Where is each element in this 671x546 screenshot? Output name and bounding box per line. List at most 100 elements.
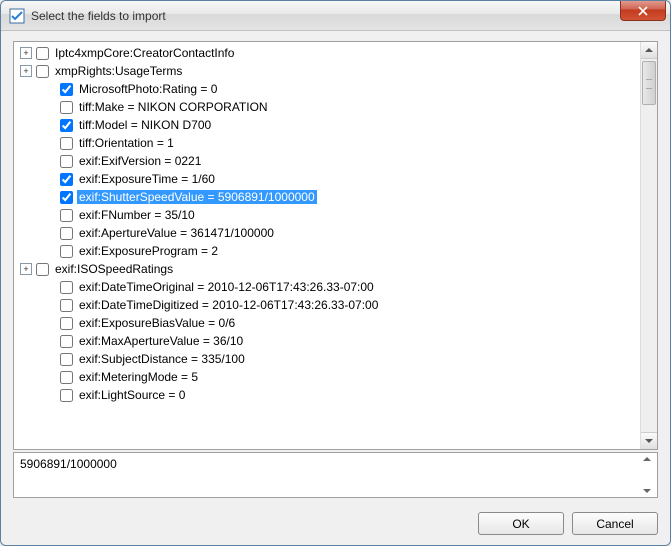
field-label: exif:ShutterSpeedValue = 5906891/1000000	[77, 190, 317, 204]
tree-spacer	[40, 137, 56, 149]
field-checkbox[interactable]	[60, 281, 73, 294]
field-checkbox[interactable]	[60, 83, 73, 96]
field-label: exif:ExposureBiasValue = 0/6	[77, 316, 237, 330]
app-icon	[9, 8, 25, 24]
button-row: OK Cancel	[13, 498, 658, 535]
field-checkbox[interactable]	[60, 209, 73, 222]
fields-tree: + Iptc4xmpCore:CreatorContactInfo + xmpRigh…	[13, 41, 658, 450]
expand-icon[interactable]: +	[20, 263, 32, 275]
tree-row[interactable]: exif:ExposureBiasValue = 0/6	[16, 314, 638, 332]
field-checkbox[interactable]	[60, 353, 73, 366]
field-label: tiff:Make = NIKON CORPORATION	[77, 100, 270, 114]
field-checkbox[interactable]	[60, 335, 73, 348]
scroll-thumb[interactable]	[642, 61, 656, 105]
tree-row[interactable]: + xmpRights:UsageTerms	[16, 62, 638, 80]
field-checkbox[interactable]	[60, 137, 73, 150]
field-checkbox[interactable]	[60, 389, 73, 402]
tree-row[interactable]: exif:ShutterSpeedValue = 5906891/1000000	[16, 188, 638, 206]
field-label: exif:ExposureProgram = 2	[77, 244, 220, 258]
tree-row[interactable]: exif:SubjectDistance = 335/100	[16, 350, 638, 368]
tree-row[interactable]: + exif:ISOSpeedRatings	[16, 260, 638, 278]
field-label: exif:ApertureValue = 361471/100000	[77, 226, 276, 240]
vertical-scrollbar[interactable]	[640, 42, 657, 449]
field-label: exif:ExifVersion = 0221	[77, 154, 203, 168]
field-label: exif:DateTimeOriginal = 2010-12-06T17:43…	[77, 280, 376, 294]
value-up-arrow[interactable]	[643, 457, 651, 461]
tree-spacer	[40, 335, 56, 347]
field-checkbox[interactable]	[60, 371, 73, 384]
tree-spacer	[40, 101, 56, 113]
tree-scroll-area[interactable]: + Iptc4xmpCore:CreatorContactInfo + xmpRigh…	[14, 42, 640, 449]
tree-row[interactable]: tiff:Model = NIKON D700	[16, 116, 638, 134]
window-title: Select the fields to import	[31, 9, 166, 23]
tree-row[interactable]: exif:MeteringMode = 5	[16, 368, 638, 386]
tree-spacer	[40, 83, 56, 95]
tree-row[interactable]: exif:ApertureValue = 361471/100000	[16, 224, 638, 242]
field-label: tiff:Orientation = 1	[77, 136, 176, 150]
expand-icon[interactable]: +	[20, 65, 32, 77]
value-down-arrow[interactable]	[643, 489, 651, 493]
tree-spacer	[40, 227, 56, 239]
field-label: Iptc4xmpCore:CreatorContactInfo	[53, 46, 236, 60]
field-label: exif:ExposureTime = 1/60	[77, 172, 217, 186]
tree-row[interactable]: MicrosoftPhoto:Rating = 0	[16, 80, 638, 98]
field-checkbox[interactable]	[36, 263, 49, 276]
tree-row[interactable]: exif:ExifVersion = 0221	[16, 152, 638, 170]
value-spinner	[638, 457, 655, 493]
field-label: exif:LightSource = 0	[77, 388, 187, 402]
expand-icon[interactable]: +	[20, 47, 32, 59]
tree-spacer	[40, 317, 56, 329]
tree-row[interactable]: exif:LightSource = 0	[16, 386, 638, 404]
value-preview-text: 5906891/1000000	[20, 457, 117, 471]
field-checkbox[interactable]	[60, 155, 73, 168]
field-label: exif:FNumber = 35/10	[77, 208, 197, 222]
field-label: MicrosoftPhoto:Rating = 0	[77, 82, 219, 96]
field-checkbox[interactable]	[60, 119, 73, 132]
tree-row[interactable]: tiff:Orientation = 1	[16, 134, 638, 152]
tree-spacer	[40, 191, 56, 203]
tree-row[interactable]: exif:MaxApertureValue = 36/10	[16, 332, 638, 350]
tree-spacer	[40, 245, 56, 257]
field-checkbox[interactable]	[60, 317, 73, 330]
tree-row[interactable]: exif:DateTimeOriginal = 2010-12-06T17:43…	[16, 278, 638, 296]
tree-row[interactable]: tiff:Make = NIKON CORPORATION	[16, 98, 638, 116]
cancel-button[interactable]: Cancel	[572, 512, 658, 535]
dialog-content: + Iptc4xmpCore:CreatorContactInfo + xmpRigh…	[1, 31, 670, 545]
tree-spacer	[40, 371, 56, 383]
tree-spacer	[40, 155, 56, 167]
close-button[interactable]	[620, 1, 666, 21]
tree-row[interactable]: + Iptc4xmpCore:CreatorContactInfo	[16, 44, 638, 62]
tree-spacer	[40, 353, 56, 365]
field-checkbox[interactable]	[60, 101, 73, 114]
tree-spacer	[40, 389, 56, 401]
ok-button[interactable]: OK	[478, 512, 564, 535]
field-label: tiff:Model = NIKON D700	[77, 118, 213, 132]
field-checkbox[interactable]	[36, 65, 49, 78]
scroll-track[interactable]	[641, 59, 657, 432]
field-label: exif:MeteringMode = 5	[77, 370, 200, 384]
titlebar: Select the fields to import	[1, 1, 670, 31]
field-checkbox[interactable]	[60, 245, 73, 258]
value-preview-box: 5906891/1000000	[13, 452, 658, 498]
tree-spacer	[40, 281, 56, 293]
tree-row[interactable]: exif:DateTimeDigitized = 2010-12-06T17:4…	[16, 296, 638, 314]
field-label: exif:MaxApertureValue = 36/10	[77, 334, 245, 348]
scroll-down-arrow[interactable]	[641, 432, 657, 449]
field-checkbox[interactable]	[36, 47, 49, 60]
tree-row[interactable]: exif:ExposureTime = 1/60	[16, 170, 638, 188]
field-checkbox[interactable]	[60, 173, 73, 186]
tree-spacer	[40, 173, 56, 185]
field-label: exif:DateTimeDigitized = 2010-12-06T17:4…	[77, 298, 380, 312]
tree-spacer	[40, 209, 56, 221]
dialog-window: Select the fields to import + Iptc4xmpCor…	[0, 0, 671, 546]
tree-row[interactable]: exif:ExposureProgram = 2	[16, 242, 638, 260]
scroll-up-arrow[interactable]	[641, 42, 657, 59]
field-label: exif:ISOSpeedRatings	[53, 262, 175, 276]
field-checkbox[interactable]	[60, 299, 73, 312]
tree-spacer	[40, 119, 56, 131]
field-label: xmpRights:UsageTerms	[53, 64, 184, 78]
field-checkbox[interactable]	[60, 191, 73, 204]
tree-spacer	[40, 299, 56, 311]
field-checkbox[interactable]	[60, 227, 73, 240]
tree-row[interactable]: exif:FNumber = 35/10	[16, 206, 638, 224]
